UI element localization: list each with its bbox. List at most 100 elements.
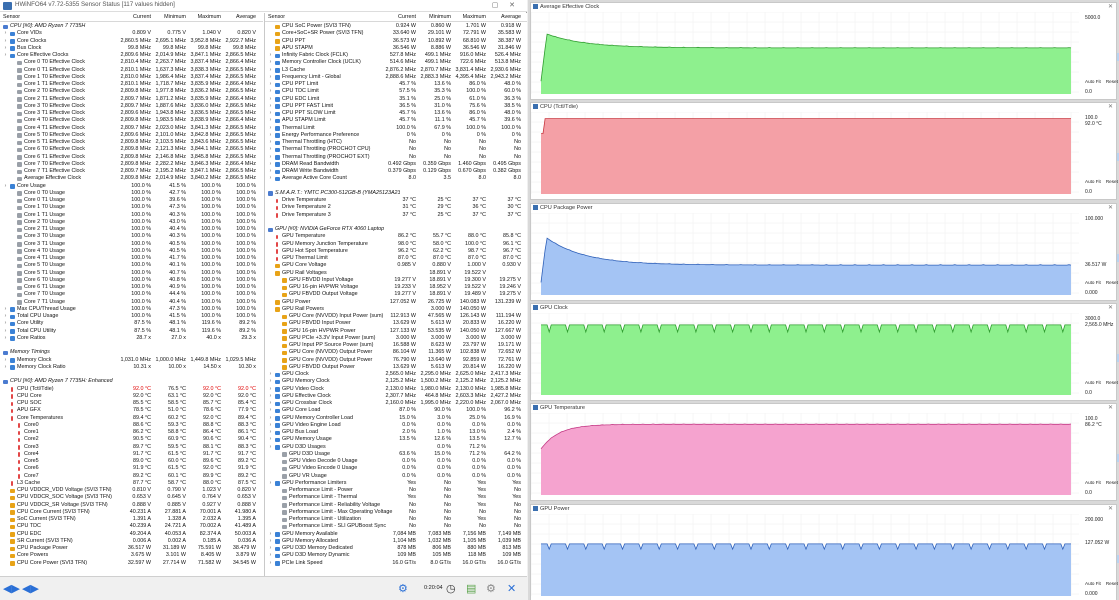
expand-chevron-icon[interactable]: › <box>3 306 8 313</box>
table-row[interactable]: › GPU D3D Usages 0.0 % 71.2 % <box>265 444 527 451</box>
table-row[interactable]: › Bus Clock 99.8 MHz 99.8 MHz 99.8 MHz 99.8 M… <box>0 45 263 52</box>
expand-chevron-icon[interactable]: › <box>268 415 273 422</box>
close-icon[interactable]: ✕ <box>505 0 519 12</box>
table-row[interactable]: Core 7 T0 Usage 100.0 % 44.4 % 100.0 % 100.0… <box>0 291 263 298</box>
table-row[interactable] <box>0 342 263 349</box>
table-row[interactable]: Core 2 T0 Usage 100.0 % 43.0 % 100.0 % 100.0… <box>0 219 263 226</box>
expand-chevron-icon[interactable]: › <box>3 52 8 59</box>
expand-chevron-icon[interactable]: › <box>3 357 8 364</box>
table-row[interactable] <box>265 219 527 226</box>
table-row[interactable]: Core 3 T1 Usage 100.0 % 40.5 % 100.0 % 100.0… <box>0 241 263 248</box>
table-row[interactable]: › Total CPU Usage 100.0 % 41.5 % 100.0 % 100.… <box>0 313 263 320</box>
expand-chevron-icon[interactable]: › <box>3 364 8 371</box>
expand-chevron-icon[interactable]: › <box>268 560 273 567</box>
table-row[interactable]: GPU PCIe +3.3V Input Power (sum) 3.000 W3… <box>265 335 527 342</box>
table-row[interactable]: › GPU Memory Clock 2,125.2 MHz 1,500.2 MHz 2… <box>265 378 527 385</box>
table-row[interactable]: › DRAM Read Bandwidth 0.492 Gbps 0.359 Gbps… <box>265 161 527 168</box>
expand-chevron-icon[interactable]: › <box>268 132 273 139</box>
table-row[interactable]: CPU VDDCR_SOC Voltage (SVI3 TFN) 0.653 V0… <box>0 494 263 501</box>
expand-chevron-icon[interactable]: › <box>3 328 8 335</box>
table-row[interactable] <box>0 371 263 378</box>
table-row[interactable]: Core 3 T1 Effective Clock 2,809.6 MHz 1,94… <box>0 110 263 117</box>
table-row[interactable]: Core 2 T1 Usage 100.0 % 40.4 % 100.0 % 100.0… <box>0 226 263 233</box>
table-row[interactable]: Core 6 T0 Usage 100.0 % 40.8 % 100.0 % 100.0… <box>0 277 263 284</box>
table-row[interactable]: GPU VR Usage 0.0 % 0.0 % 0.0 % 0.0 % <box>265 473 527 480</box>
col-minimum[interactable]: Minimum <box>153 13 186 22</box>
table-row[interactable]: › DRAM Write Bandwidth 0.379 Gbps 0.129 Gbp… <box>265 168 527 175</box>
table-row[interactable]: Drive Temperature 3 37 °C 25 °C 37 °C 37 °C <box>265 212 527 219</box>
table-row[interactable]: Core 6 T1 Usage 100.0 % 40.9 % 100.0 % 100.0… <box>0 284 263 291</box>
table-row[interactable]: › GPU D3D Memory Dynamic 109 MB 105 MB 118 M… <box>265 552 527 559</box>
table-row[interactable]: › Memory Controller Clock (UCLK) 514.6 MHz… <box>265 59 527 66</box>
table-row[interactable]: › Total CPU Utility 87.5 % 48.1 % 119.6 % 89.… <box>0 328 263 335</box>
table-row[interactable]: Core 7 T0 Effective Clock 2,809.8 MHz 2,28… <box>0 161 263 168</box>
table-row[interactable]: GPU Core (NVVDD) Output Power 86.104 W 11.… <box>265 349 527 356</box>
expand-chevron-icon[interactable]: › <box>268 88 273 95</box>
table-row[interactable]: Core 5 T0 Effective Clock 2,809.6 MHz 2,10… <box>0 132 263 139</box>
expand-chevron-icon[interactable]: › <box>268 168 273 175</box>
expand-chevron-icon[interactable]: ⌄ <box>265 226 266 233</box>
reset-button[interactable]: Reset <box>1106 79 1118 84</box>
table-row[interactable]: › GPU Clock 2,565.0 MHz 2,295.0 MHz 2,625.0 … <box>265 371 527 378</box>
table-row[interactable]: APU GFX 78.5 °C 51.0 °C 78.6 °C 77.9 °C <box>0 407 263 414</box>
table-row[interactable]: Core 0 T0 Usage 100.0 % 42.7 % 100.0 % 100.0… <box>0 190 263 197</box>
arrow-right-icon[interactable]: ◀▶ <box>22 582 39 596</box>
table-row[interactable]: Core 1 T1 Effective Clock 2,810.1 MHz 1,71… <box>0 81 263 88</box>
table-row[interactable]: SR Current (SVI3 TFN) 0.006 A 0.002 A 0.185… <box>0 538 263 545</box>
table-row[interactable]: Core+SoC+SR Power (SVI3 TFN) 33.640 W 29.1… <box>265 30 527 37</box>
table-row[interactable]: › GPU Memory Controller Load 15.0 % 3.0 % 25… <box>265 415 527 422</box>
auto-fit-button[interactable]: Auto Fit <box>1085 79 1101 84</box>
table-row[interactable]: Core 7 T1 Effective Clock 2,809.7 MHz 2,19… <box>0 168 263 175</box>
table-row[interactable]: GPU Video Decode 0 Usage 0.0 % 0.0 % 0.0 % 0… <box>265 458 527 465</box>
table-row[interactable]: › Thermal Throttling (PROCHOT EXT) No No No N… <box>265 154 527 161</box>
reset-button[interactable]: Reset <box>1106 480 1118 485</box>
expand-chevron-icon[interactable]: ⌄ <box>0 378 1 385</box>
table-row[interactable]: › CPU PPT FAST Limit 36.5 % 31.0 % 75.6 % 38.… <box>265 103 527 110</box>
close-icon[interactable]: ✕ <box>1108 404 1113 411</box>
minimize-button[interactable]: ▢ <box>488 0 502 12</box>
table-row[interactable]: Core 3 T0 Effective Clock 2,809.7 MHz 1,88… <box>0 103 263 110</box>
expand-chevron-icon[interactable]: › <box>268 154 273 161</box>
table-row[interactable]: Core 1 T0 Effective Clock 2,810.0 MHz 1,98… <box>0 74 263 81</box>
expand-chevron-icon[interactable]: › <box>268 436 273 443</box>
table-row[interactable]: Performance Limit - Thermal Yes No Yes Yes <box>265 494 527 501</box>
table-row[interactable]: GPU Power 127.052 W 26.725 W 140.083 W 131.2… <box>265 299 527 306</box>
expand-chevron-icon[interactable]: › <box>268 139 273 146</box>
expand-chevron-icon[interactable]: › <box>268 103 273 110</box>
table-row[interactable]: Core 5 T1 Usage 100.0 % 40.7 % 100.0 % 100.0… <box>0 270 263 277</box>
table-row[interactable]: CPU (Tctl/Tdie) 92.0 °C 76.5 °C 92.0 °C 92.0… <box>0 386 263 393</box>
close-icon[interactable]: ✕ <box>1108 304 1113 311</box>
table-row[interactable]: GPU FBVDD Input Voltage 19.277 V 18.891 V1… <box>265 277 527 284</box>
col-maximum[interactable]: Maximum <box>189 13 221 22</box>
table-row[interactable]: › Core Ratios 28.7 x 27.0 x 40.0 x 29.3 x <box>0 335 263 342</box>
table-row[interactable]: CPU Core 92.0 °C 63.1 °C 92.0 °C 92.0 °C <box>0 393 263 400</box>
table-row[interactable]: GPU Temperature 86.2 °C 55.7 °C 88.0 °C 85.8… <box>265 233 527 240</box>
close-icon[interactable]: ✕ <box>1108 204 1113 211</box>
col-average[interactable]: Average <box>488 13 521 22</box>
table-row[interactable]: GPU Thermal Limit 87.0 °C 87.0 °C 87.0 °C 87… <box>265 255 527 262</box>
col-current[interactable]: Current <box>384 13 416 22</box>
table-row[interactable]: SoC Current (SVI3 TFN) 1.391 A 1.328 A 2.03… <box>0 516 263 523</box>
table-row[interactable]: Performance Limit - Utilization No No Yes No <box>265 516 527 523</box>
expand-chevron-icon[interactable]: › <box>3 320 8 327</box>
sensor-table-right[interactable]: Sensor Current Minimum Maximum Average C… <box>264 13 527 576</box>
table-row[interactable]: GPU Input PP Source Power (sum) 16.588 W8… <box>265 342 527 349</box>
table-row[interactable]: APU STAPM 36.546 W 8.886 W 36.546 W 31.846 W <box>265 45 527 52</box>
table-row[interactable]: Performance Limit - Max Operating Voltag… <box>265 509 527 516</box>
expand-chevron-icon[interactable]: › <box>268 117 273 124</box>
table-row[interactable]: ⌄ GPU [#0]: NVIDIA GeForce RTX 4060 Lapto… <box>265 226 527 233</box>
table-row[interactable]: Core 4 T1 Usage 100.0 % 41.7 % 100.0 % 100.0… <box>0 255 263 262</box>
table-row[interactable]: CPU EDC 49.204 A 40.053 A 82.374 A 50.003 A <box>0 531 263 538</box>
table-row[interactable]: GPU D3D Usage 63.6 % 15.0 % 71.2 % 64.2 % <box>265 451 527 458</box>
table-row[interactable]: CPU SOC 85.5 °C 58.5 °C 85.7 °C 85.4 °C <box>0 400 263 407</box>
expand-chevron-icon[interactable]: › <box>268 110 273 117</box>
table-row[interactable]: Drive Temperature 2 31 °C 29 °C 36 °C 30 °C <box>265 204 527 211</box>
table-row[interactable]: › GPU Video Engine Load 0.0 % 0.0 % 0.0 % 0.0… <box>265 422 527 429</box>
table-row[interactable]: Core3 89.7 °C 59.5 °C 88.1 °C 88.3 °C <box>0 444 263 451</box>
table-row[interactable]: › Core Utility 87.5 % 48.1 % 119.6 % 89.2 % <box>0 320 263 327</box>
table-row[interactable]: GPU 16-pin HVPWR Voltage 19.233 V 18.952 V… <box>265 284 527 291</box>
table-row[interactable]: Core 1 T0 Usage 100.0 % 47.3 % 100.0 % 100.0… <box>0 204 263 211</box>
expand-chevron-icon[interactable]: › <box>268 371 273 378</box>
table-row[interactable]: ⌄ CPU [#0]: AMD Ryzen 7 7735H: Enhanced <box>0 378 263 385</box>
auto-fit-button[interactable]: Auto Fit <box>1085 581 1101 586</box>
